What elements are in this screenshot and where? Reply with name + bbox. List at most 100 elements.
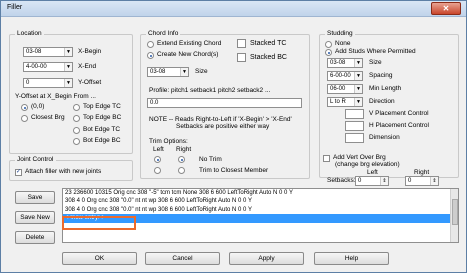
scrollbar-thumb[interactable] <box>452 199 458 225</box>
note-line-1: NOTE -- Reads Right-to-Left if 'X-Begin'… <box>149 116 292 123</box>
x-end-select[interactable]: 4-00-00 ▼ <box>23 62 73 72</box>
attach-filler-checkbox[interactable]: ✓ <box>15 169 22 176</box>
direction-label: Direction <box>369 98 395 105</box>
location-group-title: Location <box>15 30 44 37</box>
radio-bot-edge-bc-label: Bot Edge BC <box>83 137 121 144</box>
list-item[interactable]: 308 4 0 Org cnc 308 "0.0" nt nt wp 308 6… <box>63 197 458 205</box>
radio-studding-none[interactable] <box>325 41 332 48</box>
stacked-bc-label: Stacked BC <box>250 54 287 61</box>
list-scrollbar[interactable] <box>450 189 458 242</box>
radio-closest-brg[interactable] <box>21 115 28 122</box>
close-button[interactable]: ✕ <box>431 2 461 15</box>
apply-button[interactable]: Apply <box>229 252 304 265</box>
joint-control-title: Joint Control <box>15 156 56 163</box>
radio-top-edge-tc[interactable] <box>73 104 80 111</box>
attach-filler-label: Attach filler with new joints <box>25 168 102 175</box>
add-vert-label: Add Vert Over Brg <box>333 154 386 161</box>
spacing-label: Spacing <box>369 72 393 79</box>
filler-window: Filler ✕ Location 03-08 ▼ X-Begin 4-00-00… <box>0 0 467 273</box>
direction-select[interactable]: L to R ▼ <box>327 97 363 107</box>
dimension-label: Dimension <box>369 134 400 141</box>
extend-chord-label: Extend Existing Chord <box>157 40 222 47</box>
x-end-label: X-End <box>78 63 97 70</box>
stud-size-label: Size <box>369 59 382 66</box>
setbacks-label: Setbacks: <box>327 177 356 184</box>
help-button[interactable]: Help <box>314 252 389 265</box>
profile-label: Profile: pitch1 setback1 pitch2 setback2… <box>149 87 271 94</box>
save-new-button[interactable]: Save New <box>15 211 55 224</box>
chord-size-label: Size <box>195 68 208 75</box>
window-title: Filler <box>7 4 23 11</box>
add-vert-checkbox[interactable] <box>323 155 330 162</box>
radio-bot-edge-tc[interactable] <box>73 127 80 134</box>
v-placement-label: V Placement Control <box>369 110 429 117</box>
profile-input[interactable]: 0.0 <box>147 98 302 108</box>
radio-right-no-trim[interactable] <box>178 156 185 163</box>
new-entry-highlight <box>62 216 136 230</box>
x-begin-label: X-Begin <box>78 48 102 55</box>
list-item[interactable]: 308 4 0 Org cnc 308 "0.0" nt nt wp 308 6… <box>63 206 458 214</box>
chevron-down-icon: ▼ <box>354 59 362 67</box>
ok-button[interactable]: OK <box>62 252 137 265</box>
trim-left-header: Left <box>153 146 164 153</box>
chevron-down-icon: ▼ <box>64 79 72 87</box>
radio-create-chord[interactable] <box>147 52 154 59</box>
radio-top-edge-bc[interactable] <box>73 115 80 122</box>
x-begin-select[interactable]: 03-08 ▼ <box>23 47 73 57</box>
h-placement-box[interactable] <box>345 121 364 131</box>
radio-bot-edge-tc-label: Bot Edge TC <box>83 126 121 133</box>
h-placement-label: H Placement Control <box>369 122 429 129</box>
chevron-down-icon: ▼ <box>354 72 362 80</box>
chord-size-select[interactable]: 03-08 ▼ <box>147 67 189 77</box>
chevron-down-icon: ▼ <box>180 68 188 76</box>
studding-title: Studding <box>325 30 355 37</box>
chevron-down-icon: ▼ <box>64 48 72 56</box>
setback-right-header: Right <box>414 169 430 176</box>
add-studs-label: Add Studs Where Permitted <box>335 48 416 55</box>
stacked-bc-checkbox[interactable] <box>237 53 246 62</box>
min-length-label: Min Length <box>369 85 402 92</box>
chevron-down-icon: ▼ <box>64 63 72 71</box>
chevron-down-icon: ▼ <box>354 85 362 93</box>
spin-arrows-icon[interactable]: ⇕ <box>380 177 388 185</box>
radio-top-edge-tc-label: Top Edge TC <box>83 103 121 110</box>
trim-closest-label: Trim to Closest Member <box>199 167 269 174</box>
radio-extend-chord[interactable] <box>147 41 154 48</box>
cancel-button[interactable]: Cancel <box>145 252 220 265</box>
radio-origin[interactable] <box>21 104 28 111</box>
create-chord-label: Create New Chord(s) <box>157 51 219 58</box>
stacked-tc-label: Stacked TC <box>250 40 287 47</box>
radio-closest-brg-label: Closest Brg <box>31 114 65 121</box>
radio-top-edge-bc-label: Top Edge BC <box>83 114 122 121</box>
note-line-2: Setbacks are positive either way <box>176 123 270 130</box>
spacing-select[interactable]: 6-00-00 ▼ <box>327 71 363 81</box>
radio-origin-label: (0,0) <box>31 103 45 110</box>
delete-button[interactable]: Delete <box>15 231 55 244</box>
stacked-tc-checkbox[interactable] <box>237 39 246 48</box>
setback-left-input[interactable]: 0 ⇕ <box>355 176 389 186</box>
trim-right-header: Right <box>176 146 192 153</box>
radio-right-trim-closest[interactable] <box>178 167 185 174</box>
save-button[interactable]: Save <box>15 191 55 204</box>
min-length-select[interactable]: 06-00 ▼ <box>327 84 363 94</box>
radio-bot-edge-bc[interactable] <box>73 138 80 145</box>
setback-left-header: Left <box>367 169 378 176</box>
spin-arrows-icon[interactable]: ⇕ <box>430 177 438 185</box>
chord-info-title: Chord Info <box>146 30 181 37</box>
no-trim-label: No Trim <box>199 156 222 163</box>
dimension-box[interactable] <box>345 133 364 143</box>
radio-left-trim-closest[interactable] <box>154 167 161 174</box>
trim-options-label: Trim Options: <box>149 138 188 145</box>
y-offset-label: Y-Offset <box>78 79 102 86</box>
v-placement-box[interactable] <box>345 109 364 119</box>
studding-none-label: None <box>335 40 351 47</box>
title-bar: Filler ✕ <box>1 1 466 17</box>
radio-add-studs[interactable] <box>325 49 332 56</box>
setback-right-input[interactable]: 0 ⇕ <box>405 176 439 186</box>
stud-size-select[interactable]: 03-08 ▼ <box>327 58 363 68</box>
add-vert-sub-label: (change brg elevation) <box>335 161 400 168</box>
chevron-down-icon: ▼ <box>354 98 362 106</box>
radio-left-no-trim[interactable] <box>154 156 161 163</box>
y-offset-select[interactable]: 0 ▼ <box>23 78 73 88</box>
list-item[interactable]: 23 236600 10315 Orig cnc 308 "-5" tcm tc… <box>63 189 458 197</box>
